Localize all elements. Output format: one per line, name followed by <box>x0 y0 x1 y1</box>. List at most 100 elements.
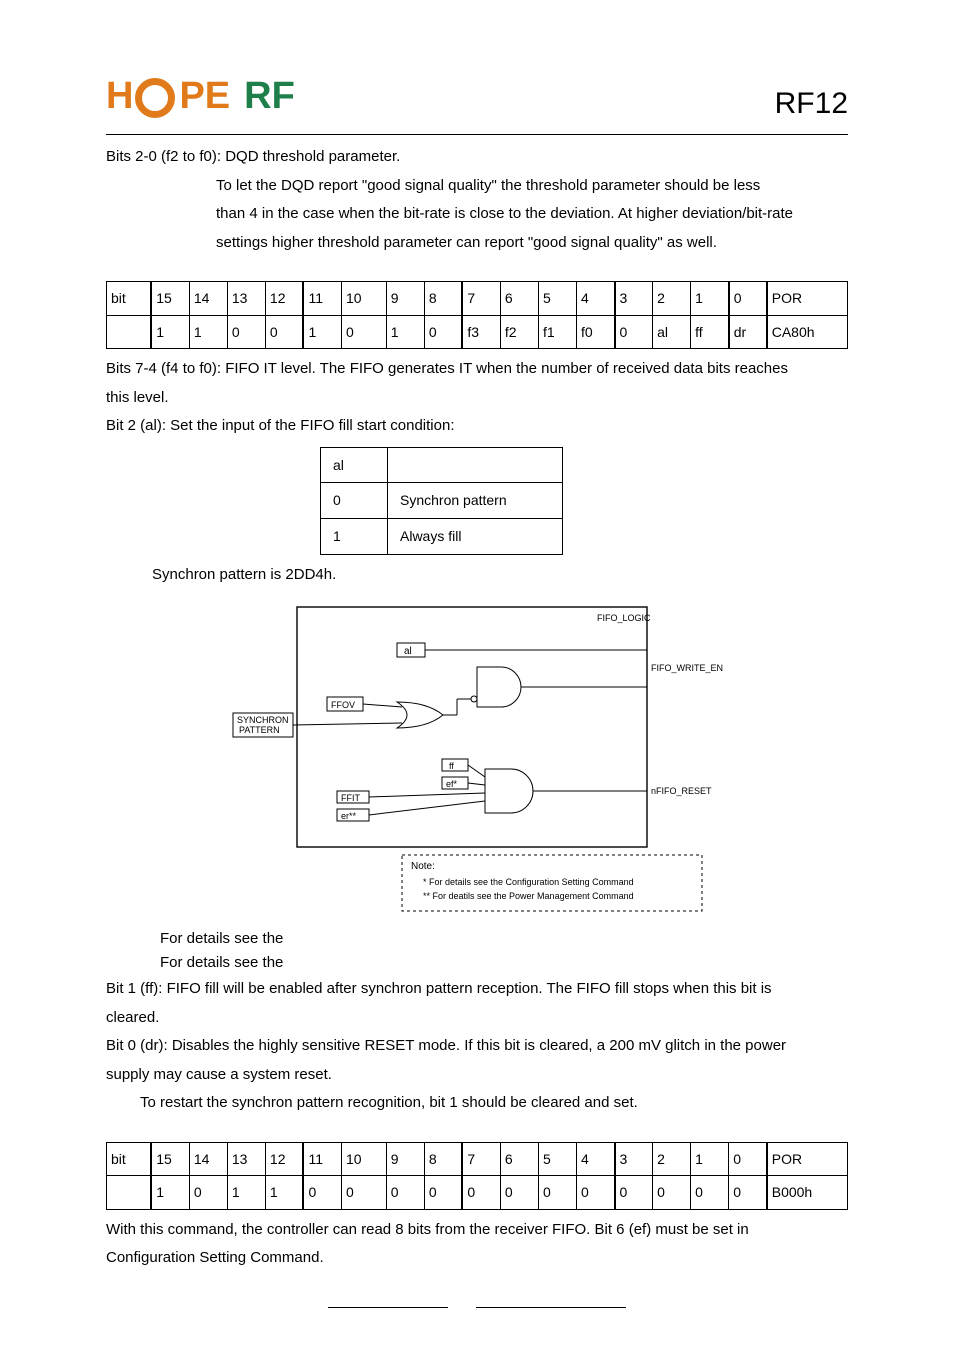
cell: 3 <box>615 1142 653 1176</box>
cell: 0 <box>729 282 767 316</box>
cell: 2 <box>653 282 691 316</box>
cell: 1 <box>189 315 227 349</box>
cell: 15 <box>151 282 189 316</box>
cell: CA80h <box>767 315 848 349</box>
cell: 13 <box>227 1142 265 1176</box>
cell: 0 <box>729 1176 767 1210</box>
cell: 1 <box>151 1176 189 1210</box>
cell <box>388 447 563 483</box>
cell: 8 <box>424 1142 462 1176</box>
cell: 5 <box>538 1142 576 1176</box>
cell: 3 <box>615 282 653 316</box>
cell: 4 <box>577 1142 615 1176</box>
cell: 0 <box>424 1176 462 1210</box>
al-table: al 0 Synchron pattern 1 Always fill <box>320 447 563 555</box>
cell: 1 <box>321 519 388 555</box>
fifo-logic-diagram: FIFO_LOGIC al FIFO_WRITE_EN FFOV SYNCHRO… <box>106 597 848 917</box>
label-fifo-logic: FIFO_LOGIC <box>597 613 651 623</box>
cell: 9 <box>386 1142 424 1176</box>
cell: 1 <box>691 1142 729 1176</box>
post-l2: cleared. <box>106 1004 848 1033</box>
tail-l2: Configuration Setting Command. <box>106 1244 848 1273</box>
cell: Always fill <box>388 519 563 555</box>
cell: f0 <box>577 315 615 349</box>
note-word: Note: <box>411 861 435 872</box>
cell: B000h <box>767 1176 848 1210</box>
logo-h: H <box>106 60 133 132</box>
cell: 0 <box>265 315 303 349</box>
cell: 5 <box>538 282 576 316</box>
intro-l3: than 4 in the case when the bit-rate is … <box>216 200 848 229</box>
after1-l2: this level. <box>106 384 848 413</box>
post-l3: Bit 0 (dr): Disables the highly sensitiv… <box>106 1032 848 1061</box>
cell: 2 <box>653 1142 691 1176</box>
cell: 11 <box>303 1142 341 1176</box>
cell: 0 <box>538 1176 576 1210</box>
label-ff: ff <box>449 761 454 771</box>
table-row: bit 15 14 13 12 11 10 9 8 7 6 5 4 3 2 1 … <box>107 1142 848 1176</box>
cell: 14 <box>189 1142 227 1176</box>
cell: al <box>653 315 691 349</box>
intro-l4: settings higher threshold parameter can … <box>216 229 848 258</box>
cell: 0 <box>342 1176 387 1210</box>
cell: 0 <box>189 1176 227 1210</box>
hope-rf-logo: H PE RF <box>106 60 295 132</box>
cell: 15 <box>151 1142 189 1176</box>
product-name: RF12 <box>775 75 848 132</box>
logo-pe: PE <box>179 60 230 132</box>
cell: al <box>321 447 388 483</box>
header-rule <box>106 134 848 135</box>
cell: dr <box>729 315 767 349</box>
label-synpat2: PATTERN <box>239 725 280 735</box>
cell: 6 <box>500 1142 538 1176</box>
table-row: 0 Synchron pattern <box>321 483 563 519</box>
table-row: 1 Always fill <box>321 519 563 555</box>
cell: 0 <box>615 1176 653 1210</box>
cell: ff <box>691 315 729 349</box>
cell: 11 <box>303 282 341 316</box>
cell: f2 <box>500 315 538 349</box>
tail-l1: With this command, the controller can re… <box>106 1216 848 1245</box>
cell: 4 <box>577 282 615 316</box>
cell: bit <box>107 1142 152 1176</box>
cell: 0 <box>227 315 265 349</box>
cell: 0 <box>342 315 387 349</box>
cell: 0 <box>691 1176 729 1210</box>
details-block: For details see the For details see the <box>160 927 848 975</box>
bit-table-2: bit 15 14 13 12 11 10 9 8 7 6 5 4 3 2 1 … <box>106 1142 848 1210</box>
details-l2: For details see the <box>160 951 848 975</box>
cell: 0 <box>653 1176 691 1210</box>
label-nfifo-reset: nFIFO_RESET <box>651 786 712 796</box>
after1-l1: Bits 7-4 (f4 to f0): FIFO IT level. The … <box>106 355 848 384</box>
cell: 1 <box>227 1176 265 1210</box>
cell: 1 <box>386 315 424 349</box>
intro-l2: To let the DQD report "good signal quali… <box>106 172 848 201</box>
cell: f3 <box>462 315 500 349</box>
cell: 6 <box>500 282 538 316</box>
cell: 10 <box>342 282 387 316</box>
details-l1: For details see the <box>160 927 848 951</box>
cell: bit <box>107 282 152 316</box>
footer-rule-right <box>476 1307 626 1308</box>
cell: 1 <box>265 1176 303 1210</box>
footer-rule-left <box>328 1307 448 1308</box>
cell: 0 <box>615 315 653 349</box>
table-row: 1 0 1 1 0 0 0 0 0 0 0 0 0 0 0 0 B000h <box>107 1176 848 1210</box>
cell: 0 <box>424 315 462 349</box>
intro-l1: Bits 2-0 (f2 to f0): DQD threshold param… <box>106 143 848 172</box>
cell: 9 <box>386 282 424 316</box>
bit-table-1: bit 15 14 13 12 11 10 9 8 7 6 5 4 3 2 1 … <box>106 281 848 349</box>
label-ffit: FFIT <box>341 793 360 803</box>
note-l1: * For details see the Configuration Sett… <box>423 877 634 887</box>
table-row: bit 15 14 13 12 11 10 9 8 7 6 5 4 3 2 1 … <box>107 282 848 316</box>
synchron-line: Synchron pattern is 2DD4h. <box>152 561 848 590</box>
note-l2: ** For deatils see the Power Management … <box>423 891 634 901</box>
cell: 8 <box>424 282 462 316</box>
post-l4: supply may cause a system reset. <box>106 1061 848 1090</box>
cell <box>107 1176 152 1210</box>
cell: Synchron pattern <box>388 483 563 519</box>
cell: f1 <box>538 315 576 349</box>
cell: 1 <box>691 282 729 316</box>
cell: 13 <box>227 282 265 316</box>
cell: 0 <box>500 1176 538 1210</box>
